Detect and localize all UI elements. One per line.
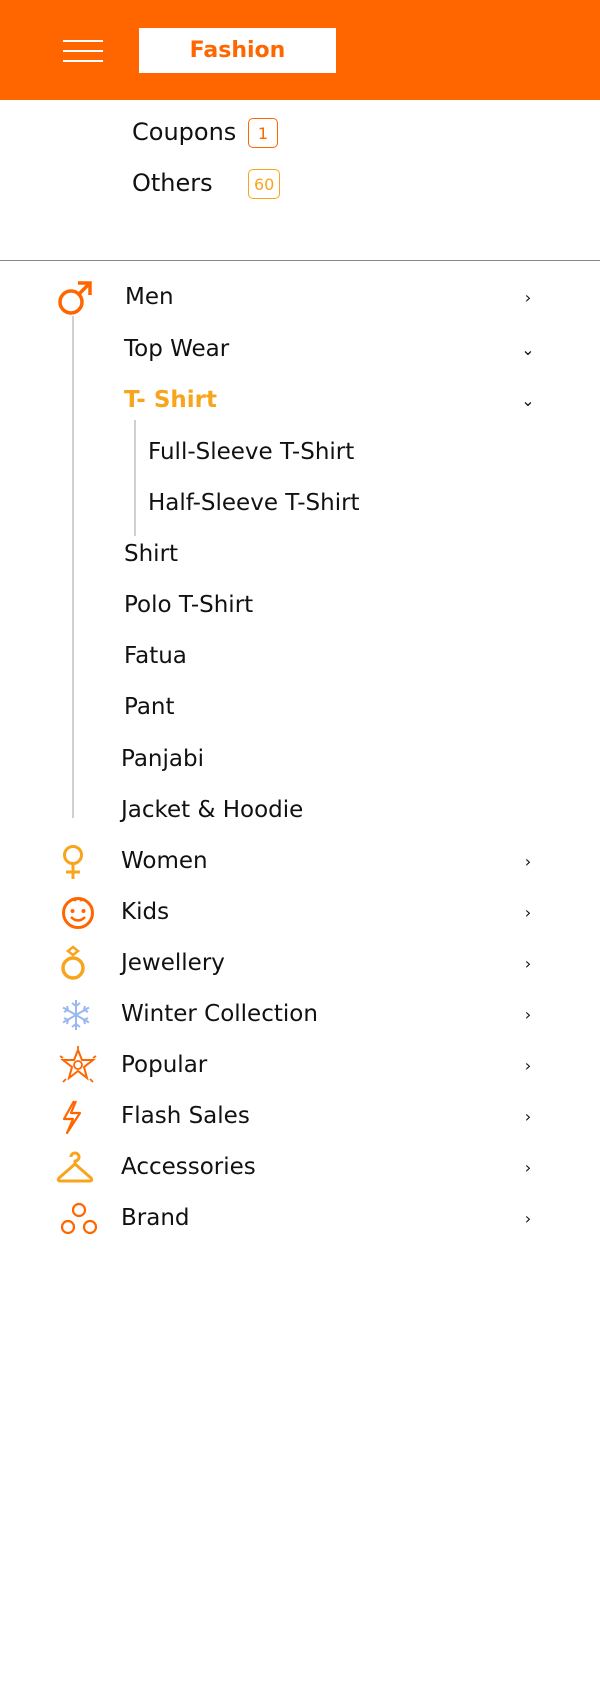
chevron-right-icon[interactable]: › [520, 854, 536, 870]
menu-item-flash-sales[interactable]: Flash Sales [121, 1101, 250, 1131]
menu-item-winter-collection[interactable]: Winter Collection [121, 999, 318, 1029]
others-item[interactable]: Others [132, 169, 213, 197]
menu-item-top-wear[interactable]: Top Wear [124, 334, 229, 364]
coupons-item[interactable]: Coupons [132, 118, 236, 146]
menu-item-men[interactable]: Men [125, 282, 174, 312]
menu-item-jewellery[interactable]: Jewellery [121, 948, 225, 978]
hamburger-line [63, 60, 103, 62]
chevron-right-icon[interactable]: › [520, 1211, 536, 1227]
others-label: Others [132, 169, 213, 197]
menu-item-t-shirt[interactable]: T- Shirt [124, 385, 217, 415]
menu-item-accessories[interactable]: Accessories [121, 1152, 256, 1182]
chevron-down-icon[interactable]: ⌄ [520, 342, 536, 358]
female-icon [63, 845, 83, 879]
chevron-right-icon[interactable]: › [520, 1160, 536, 1176]
chevron-right-icon[interactable]: › [520, 1109, 536, 1125]
menu-item-women[interactable]: Women [121, 846, 208, 876]
chevron-right-icon[interactable]: › [520, 1058, 536, 1074]
badge-star-icon [59, 1046, 97, 1083]
chevron-right-icon[interactable]: › [520, 290, 536, 306]
menu-item-polo-t-shirt[interactable]: Polo T-Shirt [124, 590, 253, 620]
ring-icon [61, 945, 85, 980]
coupons-count-badge: 1 [248, 118, 278, 148]
men-tree-line [72, 316, 74, 818]
lightning-icon [62, 1100, 82, 1135]
hamburger-line [63, 40, 103, 42]
app-header: Fashion [0, 0, 600, 100]
chevron-right-icon[interactable]: › [520, 1007, 536, 1023]
kid-face-icon [62, 897, 94, 929]
menu-item-jacket-hoodie[interactable]: Jacket & Hoodie [121, 795, 303, 825]
logo[interactable]: Fashion [139, 28, 336, 73]
logo-text: Fashion [189, 38, 286, 63]
menu-item-full-sleeve-t-shirt[interactable]: Full-Sleeve T-Shirt [148, 437, 354, 467]
menu-item-pant[interactable]: Pant [124, 692, 175, 722]
hamburger-line [63, 50, 103, 52]
chevron-right-icon[interactable]: › [520, 956, 536, 972]
menu-item-half-sleeve-t-shirt[interactable]: Half-Sleeve T-Shirt [148, 488, 360, 518]
menu-item-shirt[interactable]: Shirt [124, 539, 178, 569]
hamburger-menu-icon[interactable] [63, 38, 103, 64]
menu-item-brand[interactable]: Brand [121, 1203, 190, 1233]
chevron-down-icon[interactable]: ⌄ [520, 393, 536, 409]
brand-circles-icon [60, 1202, 98, 1235]
t-shirt-tree-line [134, 420, 136, 536]
others-count-badge: 60 [248, 169, 281, 199]
menu-item-popular[interactable]: Popular [121, 1050, 207, 1080]
snowflake-icon [62, 1000, 90, 1030]
coupons-label: Coupons [132, 118, 237, 146]
menu-item-panjabi[interactable]: Panjabi [121, 744, 204, 774]
male-icon [58, 281, 92, 315]
divider [0, 260, 600, 261]
menu-item-kids[interactable]: Kids [121, 897, 169, 927]
chevron-right-icon[interactable]: › [520, 905, 536, 921]
menu-item-fatua[interactable]: Fatua [124, 641, 187, 671]
hanger-icon [56, 1151, 94, 1183]
